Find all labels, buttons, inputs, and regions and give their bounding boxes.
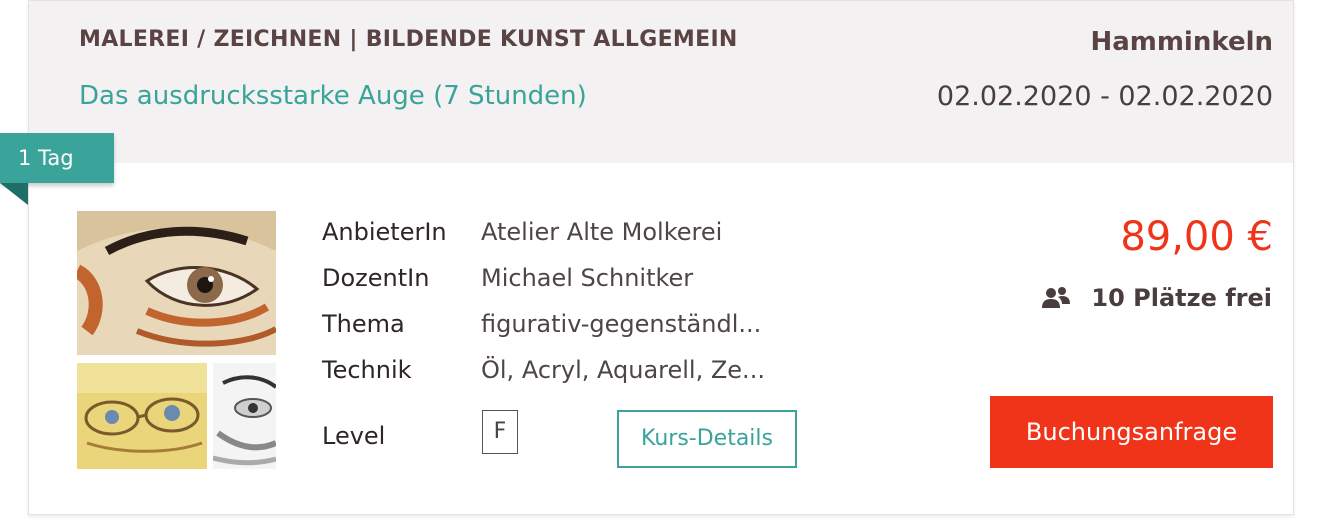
level-label: Level [322, 422, 386, 450]
theme-label: Thema [322, 310, 405, 338]
thumbnail-glasses-painting[interactable] [77, 363, 207, 469]
duration-badge: 1 Tag [0, 133, 114, 183]
course-city: Hamminkeln [1090, 27, 1273, 57]
course-title[interactable]: Das ausdrucksstarke Auge (7 Stunden) [79, 81, 587, 111]
booking-request-button[interactable]: Buchungsanfrage [990, 396, 1273, 468]
level-badge: F [482, 410, 518, 454]
provider-label: AnbieterIn [322, 218, 447, 246]
thumbnail-eye-sketch[interactable] [77, 211, 276, 355]
seats-text: 10 Plätze frei [1091, 284, 1272, 312]
course-dates: 02.02.2020 - 02.02.2020 [936, 81, 1273, 112]
technique-label: Technik [322, 356, 412, 384]
teacher-value: Michael Schnitker [481, 264, 694, 292]
thumbnail-pencil-sketch[interactable] [213, 363, 276, 469]
provider-value: Atelier Alte Molkerei [481, 218, 723, 246]
course-category: MALEREI / ZEICHNEN | BILDENDE KUNST ALLG… [79, 27, 738, 52]
course-details-button[interactable]: Kurs-Details [617, 410, 797, 468]
course-header: MALEREI / ZEICHNEN | BILDENDE KUNST ALLG… [29, 1, 1293, 163]
seats-available: 10 Plätze frei [1041, 284, 1272, 312]
group-icon [1041, 286, 1071, 310]
course-price: 89,00 € [1120, 214, 1273, 260]
course-thumbnails[interactable] [77, 211, 276, 469]
ribbon-fold [0, 183, 28, 205]
theme-value: figurativ-gegenständl... [481, 310, 762, 338]
teacher-label: DozentIn [322, 264, 430, 292]
technique-value: Öl, Acryl, Aquarell, Ze... [481, 356, 765, 384]
